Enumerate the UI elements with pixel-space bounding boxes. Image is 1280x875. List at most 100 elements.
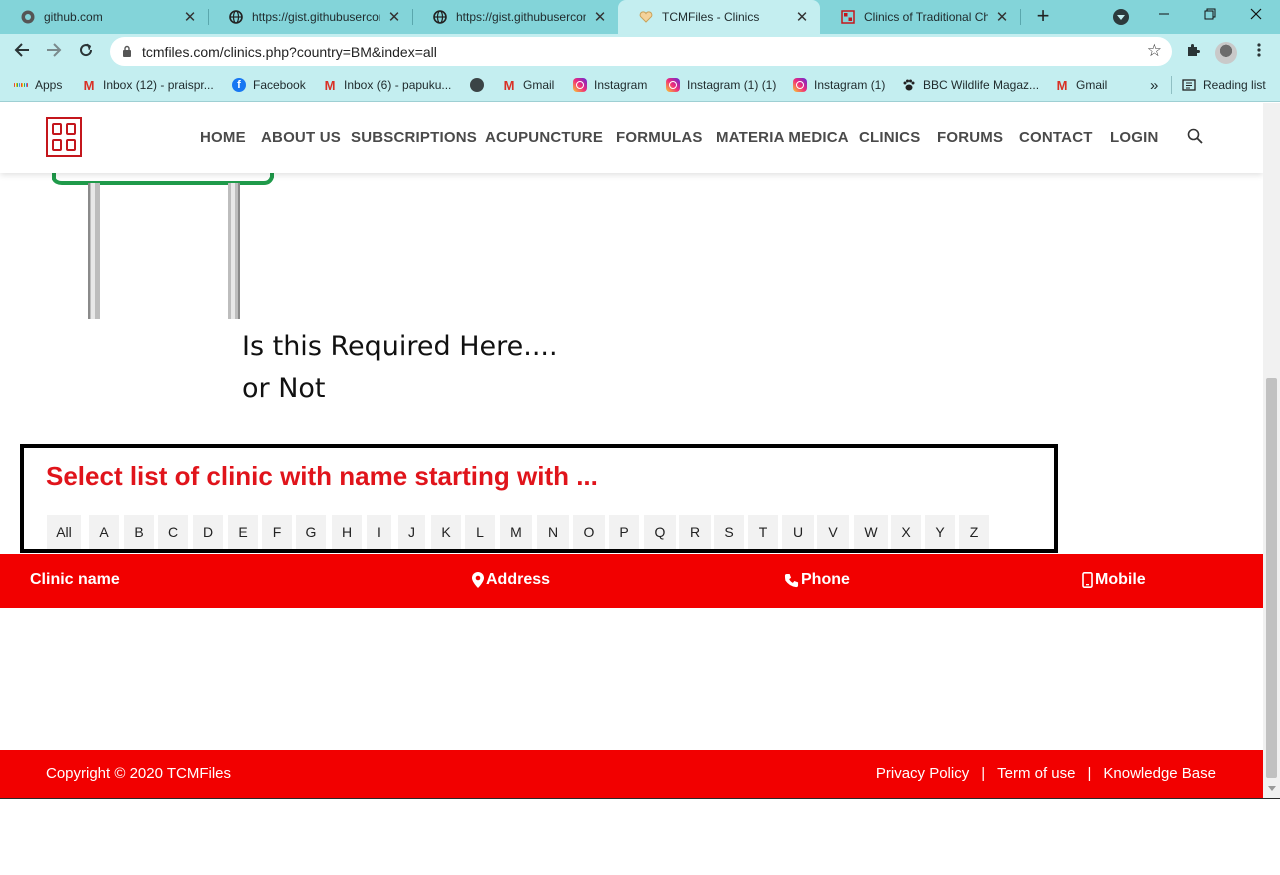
letter-q[interactable]: Q	[644, 515, 676, 549]
reading-list-button[interactable]: Reading list	[1171, 76, 1266, 94]
bookmarks-overflow-button[interactable]: »	[1150, 76, 1158, 94]
back-button[interactable]	[10, 40, 34, 64]
letter-v[interactable]: V	[817, 515, 849, 549]
letter-s[interactable]: S	[714, 515, 744, 549]
tcmfiles-logo[interactable]	[46, 117, 82, 157]
new-tab-button[interactable]: +	[1032, 5, 1054, 27]
bookmark-inbox-papuku[interactable]: M Inbox (6) - papuku...	[323, 76, 452, 94]
address-bar[interactable]: tcmfiles.com/clinics.php?country=BM&inde…	[110, 37, 1172, 66]
letter-i[interactable]: I	[367, 515, 391, 549]
bookmark-gmail[interactable]: M Gmail	[502, 76, 555, 94]
bookmark-globe[interactable]	[470, 76, 491, 94]
letter-f[interactable]: F	[262, 515, 292, 549]
bookmark-inbox-praispr[interactable]: M Inbox (12) - praispr...	[82, 76, 214, 94]
tab-strip: github.com ✕ https://gist.githubusercon …	[0, 0, 1280, 34]
privacy-policy-link[interactable]: Privacy Policy	[876, 765, 969, 782]
letter-j[interactable]: J	[398, 515, 425, 549]
scroll-down-arrow-icon[interactable]	[1268, 786, 1276, 791]
letter-z[interactable]: Z	[959, 515, 989, 549]
nav-about-us[interactable]: ABOUT US	[261, 129, 341, 146]
bookmark-label: Instagram (1)	[814, 78, 886, 92]
column-clinic-name[interactable]: Clinic name	[30, 571, 120, 589]
tab-clinics-tcm[interactable]: Clinics of Traditional Chine ✕	[820, 0, 1021, 34]
letter-k[interactable]: K	[431, 515, 461, 549]
nav-subscriptions[interactable]: SUBSCRIPTIONS	[351, 129, 477, 146]
close-window-button[interactable]	[1233, 0, 1279, 30]
letter-u[interactable]: U	[782, 515, 814, 549]
letter-a[interactable]: A	[89, 515, 119, 549]
tab-gist-2[interactable]: https://gist.githubusercon ✕	[412, 0, 618, 34]
terms-of-use-link[interactable]: Term of use	[997, 765, 1075, 782]
extensions-puzzle-icon[interactable]	[1183, 42, 1203, 62]
bookmark-label: Inbox (12) - praispr...	[103, 78, 214, 92]
tcm-logo-icon	[840, 9, 856, 25]
forward-arrow-icon	[47, 43, 62, 57]
close-icon[interactable]: ✕	[994, 8, 1010, 26]
close-icon[interactable]: ✕	[592, 8, 608, 26]
bookmark-gmail-2[interactable]: M Gmail	[1055, 76, 1108, 94]
knowledge-base-link[interactable]: Knowledge Base	[1103, 765, 1216, 782]
letter-t[interactable]: T	[748, 515, 778, 549]
bookmark-apps[interactable]: Apps	[13, 76, 63, 94]
more-menu-icon[interactable]	[1249, 42, 1269, 62]
minimize-button[interactable]	[1141, 0, 1187, 30]
bookmark-label: Facebook	[253, 78, 306, 92]
nav-contact[interactable]: CONTACT	[1019, 129, 1093, 146]
nav-materia-medica[interactable]: MATERIA MEDICA	[716, 129, 849, 146]
tab-tcmfiles-clinics[interactable]: TCMFiles - Clinics ✕	[618, 0, 820, 34]
scrollbar-thumb[interactable]	[1266, 378, 1277, 778]
letter-c[interactable]: C	[158, 515, 188, 549]
letter-y[interactable]: Y	[925, 515, 955, 549]
letter-p[interactable]: P	[609, 515, 639, 549]
tab-gist-1[interactable]: https://gist.githubusercon ✕	[208, 0, 413, 34]
alphabet-filter-title: Select list of clinic with name starting…	[46, 461, 598, 491]
nav-clinics[interactable]: CLINICS	[859, 129, 920, 146]
restore-button[interactable]	[1187, 0, 1233, 30]
paw-icon	[902, 78, 916, 92]
close-icon[interactable]: ✕	[182, 8, 198, 26]
annotation-text: Is this Required Here.... or Not	[242, 326, 558, 410]
letter-o[interactable]: O	[573, 515, 605, 549]
letter-h[interactable]: H	[332, 515, 362, 549]
bookmark-facebook[interactable]: f Facebook	[232, 76, 306, 94]
letter-m[interactable]: M	[500, 515, 532, 549]
letter-l[interactable]: L	[465, 515, 495, 549]
letter-d[interactable]: D	[193, 515, 223, 549]
globe-icon	[470, 78, 484, 92]
bookmark-bbc-wildlife[interactable]: BBC Wildlife Magaz...	[902, 76, 1039, 94]
bookmark-label: Apps	[35, 78, 63, 92]
letter-g[interactable]: G	[296, 515, 326, 549]
letter-e[interactable]: E	[228, 515, 258, 549]
nav-formulas[interactable]: FORMULAS	[616, 129, 703, 146]
column-phone[interactable]: Phone	[784, 571, 850, 589]
bookmark-instagram-1[interactable]: Instagram (1)	[793, 76, 885, 94]
close-icon[interactable]: ✕	[386, 8, 402, 26]
nav-login[interactable]: LOGIN	[1110, 129, 1159, 146]
gmail-icon: M	[324, 77, 336, 93]
column-label: Mobile	[1095, 571, 1146, 588]
column-mobile[interactable]: Mobile	[1082, 571, 1146, 589]
profile-avatar[interactable]	[1215, 42, 1237, 64]
letter-x[interactable]: X	[891, 515, 921, 549]
column-address[interactable]: Address	[472, 571, 550, 589]
letter-r[interactable]: R	[679, 515, 711, 549]
close-icon[interactable]: ✕	[794, 8, 810, 26]
bookmark-instagram-1-1[interactable]: Instagram (1) (1)	[666, 76, 776, 94]
bookmark-label: BBC Wildlife Magaz...	[923, 78, 1040, 92]
nav-home[interactable]: HOME	[200, 129, 246, 146]
bookmark-instagram[interactable]: Instagram	[573, 76, 647, 94]
nav-forums[interactable]: FORUMS	[937, 129, 1003, 146]
nav-acupuncture[interactable]: ACUPUNCTURE	[485, 129, 603, 146]
letter-w[interactable]: W	[854, 515, 888, 549]
bookmark-star-icon[interactable]: ☆	[1147, 41, 1162, 61]
search-icon[interactable]	[1187, 128, 1203, 144]
page-scrollbar[interactable]	[1263, 103, 1280, 798]
reload-button[interactable]	[74, 40, 98, 64]
tab-github[interactable]: github.com ✕	[0, 0, 209, 34]
letter-b[interactable]: B	[124, 515, 154, 549]
letter-all[interactable]: All	[47, 515, 81, 549]
letter-n[interactable]: N	[537, 515, 569, 549]
forward-button[interactable]	[42, 40, 66, 64]
footer-links: Privacy Policy | Term of use | Knowledge…	[876, 765, 1216, 782]
tab-search-icon[interactable]	[1113, 9, 1129, 25]
